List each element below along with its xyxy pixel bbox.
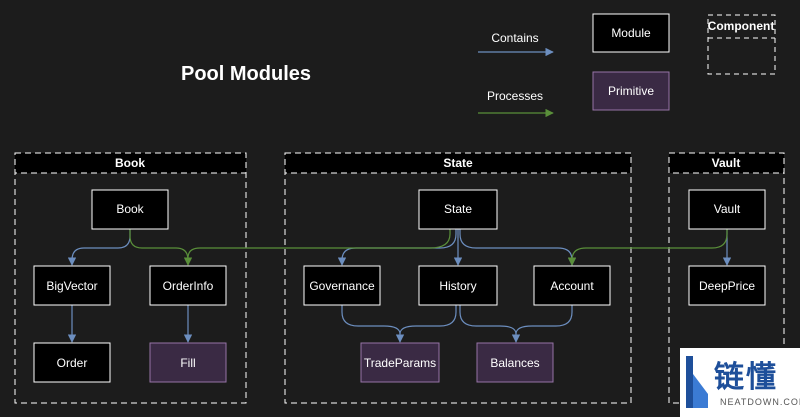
legend-primitive-label: Primitive	[608, 84, 654, 98]
node-balances-label: Balances	[490, 356, 539, 370]
watermark-subtext: NEATDOWN.COM	[720, 397, 800, 407]
group-vault-label: Vault	[712, 156, 741, 170]
legend-processes-label: Processes	[487, 89, 543, 103]
legend-module-label: Module	[611, 26, 651, 40]
legend-component-label: Component	[708, 19, 775, 33]
edge-governance-tradeparams	[341, 305, 405, 343]
node-account-label: Account	[550, 279, 594, 293]
edge-history-tradeparams	[399, 305, 457, 335]
node-vault-label: Vault	[714, 202, 741, 216]
neatdown-logo-icon	[686, 356, 708, 408]
legend-contains-label: Contains	[491, 31, 538, 45]
edge-account-balances	[515, 305, 573, 335]
node-book-label: Book	[116, 202, 144, 216]
node-tradeparams-label: TradeParams	[364, 356, 436, 370]
node-governance-label: Governance	[309, 279, 375, 293]
watermark-logo: 链懂 NEATDOWN.COM	[680, 348, 800, 417]
edge-book-bigvector	[67, 229, 131, 266]
watermark-text: 链懂	[714, 360, 778, 395]
node-orderinfo-label: OrderInfo	[163, 279, 214, 293]
node-bigvector-label: BigVector	[46, 279, 97, 293]
legend: Contains Processes Module Primitive Comp…	[478, 13, 776, 118]
node-order-label: Order	[57, 356, 88, 370]
group-state-label: State	[443, 156, 473, 170]
primitive-nodes: Fill TradeParams Balances	[149, 342, 554, 383]
edge-book-orderinfo	[129, 229, 193, 266]
group-book-label: Book	[115, 156, 145, 170]
processes-edges	[129, 229, 728, 266]
node-history-label: History	[439, 279, 476, 293]
node-state-label: State	[444, 202, 472, 216]
page-title: Pool Modules	[181, 63, 311, 85]
edge-state-account	[459, 229, 577, 266]
edge-vault-account	[567, 229, 728, 266]
edge-state-orderinfo	[187, 229, 451, 259]
node-deepprice-label: DeepPrice	[699, 279, 755, 293]
edge-history-balances	[459, 305, 521, 343]
node-fill-label: Fill	[180, 356, 195, 370]
